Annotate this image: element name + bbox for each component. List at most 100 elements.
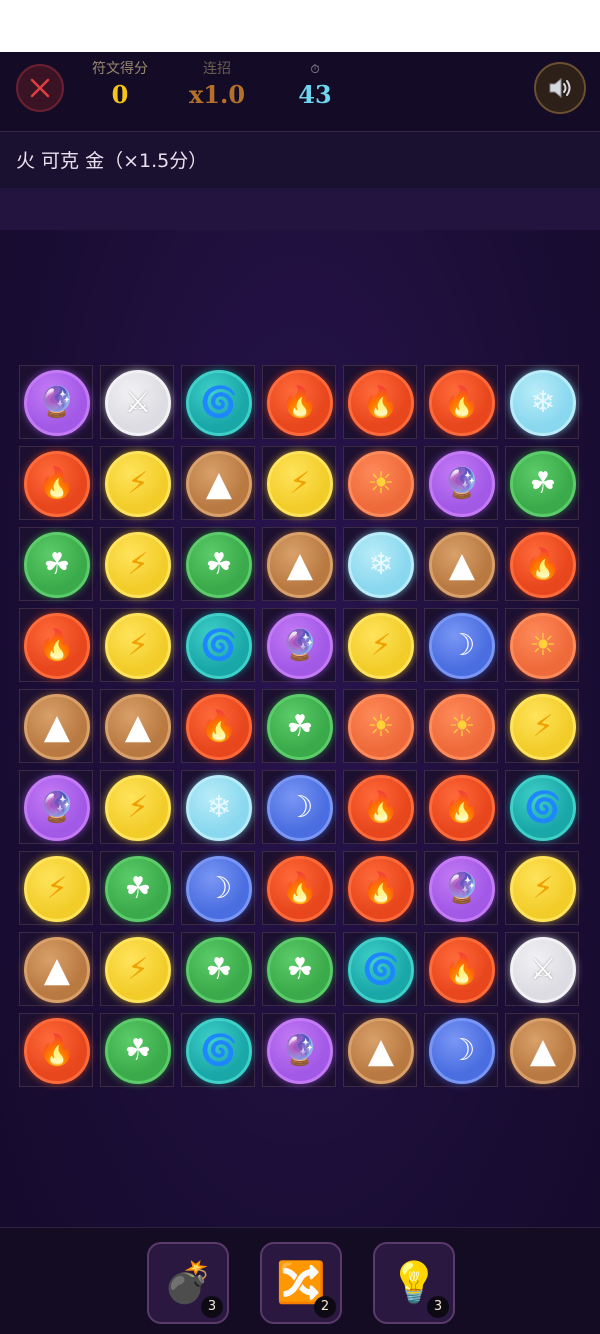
- lightning-orb[interactable]: ⚡: [267, 451, 333, 517]
- lightning-orb[interactable]: ⚡: [348, 613, 414, 679]
- board-cell[interactable]: 🔥: [343, 365, 417, 439]
- board-cell[interactable]: 🔥: [505, 527, 579, 601]
- lightning-orb[interactable]: ⚡: [105, 937, 171, 1003]
- clover-orb[interactable]: ☘: [105, 856, 171, 922]
- board-cell[interactable]: ☘: [100, 1013, 174, 1087]
- swords-orb[interactable]: ⚔: [105, 370, 171, 436]
- snowflake-orb[interactable]: ❄: [348, 532, 414, 598]
- board-cell[interactable]: ☽: [181, 851, 255, 925]
- board-cell[interactable]: ⚔: [100, 365, 174, 439]
- sun-orb[interactable]: ☀: [510, 613, 576, 679]
- board-cell[interactable]: ☀: [343, 446, 417, 520]
- clover-orb[interactable]: ☘: [24, 532, 90, 598]
- board-cell[interactable]: ⚡: [19, 851, 93, 925]
- moon-orb[interactable]: ☽: [267, 775, 333, 841]
- moon-orb[interactable]: ☽: [429, 613, 495, 679]
- sun-orb[interactable]: ☀: [348, 451, 414, 517]
- fire-orb[interactable]: 🔥: [348, 370, 414, 436]
- lightning-orb[interactable]: ⚡: [24, 856, 90, 922]
- fire-orb[interactable]: 🔥: [24, 613, 90, 679]
- hint-button[interactable]: 💡 3: [373, 1242, 455, 1324]
- mountain-orb[interactable]: ▲: [24, 937, 90, 1003]
- mountain-orb[interactable]: ▲: [24, 694, 90, 760]
- board-cell[interactable]: ⚡: [100, 527, 174, 601]
- crystal-ball-orb[interactable]: 🔮: [429, 856, 495, 922]
- mountain-orb[interactable]: ▲: [510, 1018, 576, 1084]
- board-cell[interactable]: ⚡: [100, 608, 174, 682]
- board-cell[interactable]: ❄: [343, 527, 417, 601]
- board-cell[interactable]: 🌀: [181, 365, 255, 439]
- board-cell[interactable]: 🌀: [181, 608, 255, 682]
- snowflake-orb[interactable]: ❄: [510, 370, 576, 436]
- board-cell[interactable]: 🌀: [181, 1013, 255, 1087]
- board-cell[interactable]: ▲: [262, 527, 336, 601]
- lightning-orb[interactable]: ⚡: [105, 613, 171, 679]
- fire-orb[interactable]: 🔥: [267, 856, 333, 922]
- clover-orb[interactable]: ☘: [186, 937, 252, 1003]
- board-cell[interactable]: ▲: [505, 1013, 579, 1087]
- lightning-orb[interactable]: ⚡: [105, 532, 171, 598]
- board-cell[interactable]: ▲: [19, 932, 93, 1006]
- fire-orb[interactable]: 🔥: [510, 532, 576, 598]
- board-cell[interactable]: ▲: [181, 446, 255, 520]
- board-cell[interactable]: ⚡: [505, 851, 579, 925]
- board-cell[interactable]: ❄: [505, 365, 579, 439]
- board-cell[interactable]: ⚡: [100, 770, 174, 844]
- clover-orb[interactable]: ☘: [267, 937, 333, 1003]
- fire-orb[interactable]: 🔥: [267, 370, 333, 436]
- board-cell[interactable]: ☽: [424, 608, 498, 682]
- board-cell[interactable]: ☘: [181, 527, 255, 601]
- mountain-orb[interactable]: ▲: [105, 694, 171, 760]
- board-cell[interactable]: ⚡: [100, 446, 174, 520]
- board-cell[interactable]: 🔥: [19, 1013, 93, 1087]
- mountain-orb[interactable]: ▲: [348, 1018, 414, 1084]
- crystal-ball-orb[interactable]: 🔮: [429, 451, 495, 517]
- board-cell[interactable]: ▲: [343, 1013, 417, 1087]
- mountain-orb[interactable]: ▲: [186, 451, 252, 517]
- board-cell[interactable]: ☘: [19, 527, 93, 601]
- clover-orb[interactable]: ☘: [267, 694, 333, 760]
- fire-orb[interactable]: 🔥: [24, 451, 90, 517]
- sun-orb[interactable]: ☀: [348, 694, 414, 760]
- lightning-orb[interactable]: ⚡: [510, 856, 576, 922]
- swirl-orb[interactable]: 🌀: [348, 937, 414, 1003]
- board-cell[interactable]: 🔥: [424, 365, 498, 439]
- mountain-orb[interactable]: ▲: [429, 532, 495, 598]
- board-cell[interactable]: ▲: [424, 527, 498, 601]
- board-cell[interactable]: 🔮: [424, 851, 498, 925]
- board-cell[interactable]: ⚡: [100, 932, 174, 1006]
- swirl-orb[interactable]: 🌀: [186, 370, 252, 436]
- board-cell[interactable]: ⚔: [505, 932, 579, 1006]
- clover-orb[interactable]: ☘: [510, 451, 576, 517]
- board-cell[interactable]: ❄: [181, 770, 255, 844]
- lightning-orb[interactable]: ⚡: [105, 451, 171, 517]
- board-cell[interactable]: ☽: [262, 770, 336, 844]
- board-cell[interactable]: ☀: [424, 689, 498, 763]
- board-cell[interactable]: ☘: [100, 851, 174, 925]
- crystal-ball-orb[interactable]: 🔮: [24, 370, 90, 436]
- swords-orb[interactable]: ⚔: [510, 937, 576, 1003]
- board-cell[interactable]: 🔥: [424, 770, 498, 844]
- shuffle-button[interactable]: 🔀 2: [260, 1242, 342, 1324]
- clover-orb[interactable]: ☘: [105, 1018, 171, 1084]
- board-cell[interactable]: ☘: [262, 689, 336, 763]
- board-cell[interactable]: ⚡: [505, 689, 579, 763]
- board-cell[interactable]: 🔥: [424, 932, 498, 1006]
- board-cell[interactable]: 🔮: [262, 608, 336, 682]
- board-cell[interactable]: 🔥: [343, 851, 417, 925]
- board-cell[interactable]: 🔥: [343, 770, 417, 844]
- board-cell[interactable]: 🔥: [19, 608, 93, 682]
- board-cell[interactable]: 🌀: [505, 770, 579, 844]
- sound-button[interactable]: [534, 62, 586, 114]
- board-cell[interactable]: ⚡: [343, 608, 417, 682]
- fire-orb[interactable]: 🔥: [348, 775, 414, 841]
- snowflake-orb[interactable]: ❄: [186, 775, 252, 841]
- sun-orb[interactable]: ☀: [429, 694, 495, 760]
- board-cell[interactable]: ☀: [505, 608, 579, 682]
- board-cell[interactable]: 🌀: [343, 932, 417, 1006]
- board-cell[interactable]: 🔮: [262, 1013, 336, 1087]
- board-cell[interactable]: 🔥: [262, 851, 336, 925]
- crystal-ball-orb[interactable]: 🔮: [267, 613, 333, 679]
- board-cell[interactable]: 🔮: [19, 365, 93, 439]
- board-cell[interactable]: ☘: [181, 932, 255, 1006]
